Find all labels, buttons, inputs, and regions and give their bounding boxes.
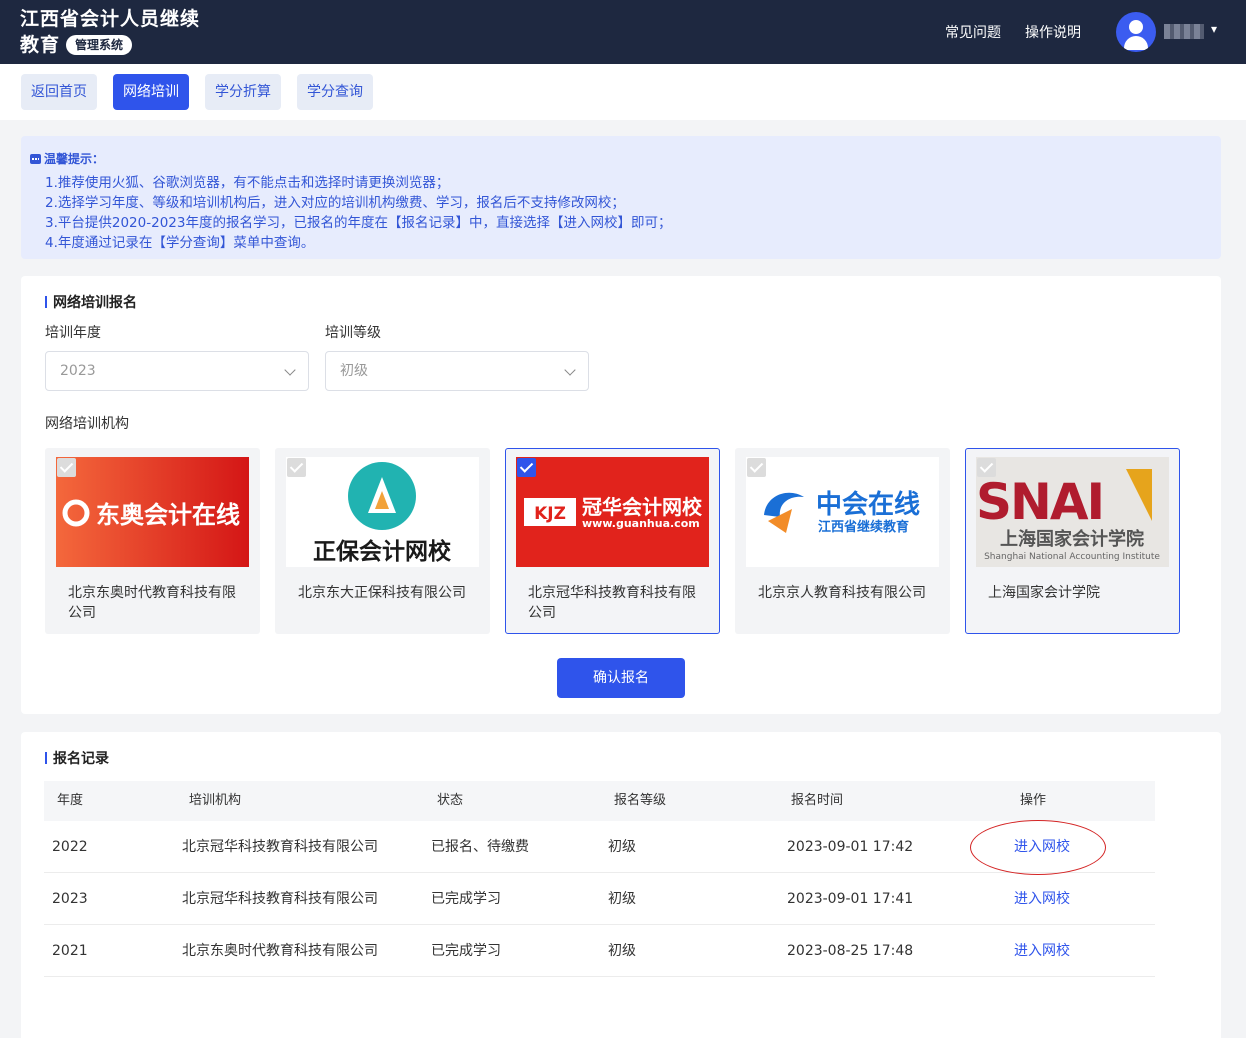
cell-org: 北京冠华科技教育科技有限公司 [182, 839, 378, 855]
notice-title: 温馨提示： [44, 152, 105, 166]
column-header: 年度 [57, 793, 84, 808]
cell-level: 初级 [608, 943, 636, 959]
checkbox[interactable] [747, 458, 766, 477]
column-header: 操作 [1020, 793, 1047, 808]
guanhua-logo: KJZ 冠华会计网校 www.guanhua.com [516, 457, 709, 567]
cell-status: 已报名、待缴费 [431, 839, 529, 855]
faq-link[interactable]: 常见问题 [945, 22, 1001, 42]
org-name: 北京东大正保科技有限公司 [298, 585, 466, 601]
svg-text:Shanghai National Accounting I: Shanghai National Accounting Institute [984, 552, 1160, 562]
zhonghui-logo: 中会在线 江西省继续教育 [746, 457, 939, 567]
notice-box: 温馨提示： 1.推荐使用火狐、谷歌浏览器，有不能点击和选择时请更换浏览器； 2.… [21, 136, 1221, 259]
checkbox[interactable] [287, 458, 306, 477]
svg-text:www.guanhua.com: www.guanhua.com [582, 517, 700, 530]
table-row: 2021 北京东奥时代教育科技有限公司 已完成学习 初级 2023-08-25 … [44, 925, 1155, 977]
guide-link[interactable]: 操作说明 [1025, 22, 1081, 42]
tab-bar: 返回首页 网络培训 学分折算 学分查询 [0, 64, 1246, 120]
org-card-dongao[interactable]: 东奥会计在线 北京东奥时代教育科技有限公司 [45, 448, 260, 634]
org-name: 北京冠华科技教育科技有限公司 [528, 585, 696, 621]
records-table-header: 年度 培训机构 状态 报名等级 报名时间 操作 [44, 781, 1155, 821]
enter-school-link[interactable]: 进入网校 [1014, 925, 1070, 977]
checkbox[interactable] [977, 458, 996, 477]
notice-line: 2.选择学习年度、等级和培训机构后，进入对应的培训机构缴费、学习，报名后不支持修… [45, 195, 625, 211]
org-name: 北京京人教育科技有限公司 [758, 585, 926, 601]
brand-title-line1: 江西省会计人员继续 [20, 8, 201, 30]
tab-credit-query[interactable]: 学分查询 [297, 74, 373, 110]
brand: 江西省会计人员继续 教育 管理系统 [20, 6, 240, 58]
tab-home[interactable]: 返回首页 [21, 74, 97, 110]
year-select[interactable]: 2023 [45, 351, 309, 391]
enter-school-link[interactable]: 进入网校 [1014, 821, 1070, 873]
snai-logo: SNAI 上海国家会计学院 Shanghai National Accounti… [976, 457, 1169, 567]
column-header: 培训机构 [189, 793, 242, 808]
table-row: 2022 北京冠华科技教育科技有限公司 已报名、待缴费 初级 2023-09-0… [44, 821, 1155, 873]
brand-badge: 管理系统 [66, 35, 133, 55]
top-header: 江西省会计人员继续 教育 管理系统 常见问题 操作说明 ▾ [0, 0, 1246, 64]
org-name: 上海国家会计学院 [988, 585, 1100, 601]
cell-year: 2021 [52, 943, 88, 959]
svg-text:上海国家会计学院: 上海国家会计学院 [1000, 528, 1144, 550]
org-label: 网络培训机构 [45, 416, 129, 432]
username-redacted[interactable] [1164, 24, 1204, 39]
org-card-zhonghui[interactable]: 中会在线 江西省继续教育 北京京人教育科技有限公司 [735, 448, 950, 634]
svg-text:东奥会计在线: 东奥会计在线 [96, 501, 240, 529]
zhengbao-logo: 正保会计网校 [286, 457, 479, 567]
org-name: 北京东奥时代教育科技有限公司 [68, 585, 236, 621]
table-row: 2023 北京冠华科技教育科技有限公司 已完成学习 初级 2023-09-01 … [44, 873, 1155, 925]
records-title: 报名记录 [45, 748, 109, 768]
cell-level: 初级 [608, 891, 636, 907]
svg-text:KJZ: KJZ [534, 504, 566, 524]
checkbox[interactable] [57, 458, 76, 477]
cell-level: 初级 [608, 839, 636, 855]
notice-line: 3.平台提供2020-2023年度的报名学习，已报名的年度在【报名记录】中，直接… [45, 215, 672, 231]
cell-year: 2023 [52, 891, 88, 907]
chevron-down-icon [284, 364, 296, 376]
level-label: 培训等级 [325, 325, 381, 341]
chevron-down-icon[interactable]: ▾ [1211, 22, 1217, 36]
svg-text:江西省继续教育: 江西省继续教育 [818, 519, 909, 535]
org-card-zhengbao[interactable]: 正保会计网校 北京东大正保科技有限公司 [275, 448, 490, 634]
message-icon [30, 153, 41, 164]
column-header: 报名等级 [614, 793, 667, 808]
cell-time: 2023-09-01 17:41 [787, 891, 914, 907]
cell-org: 北京冠华科技教育科技有限公司 [182, 891, 378, 907]
svg-text:正保会计网校: 正保会计网校 [313, 538, 452, 565]
svg-text:SNAI: SNAI [976, 473, 1103, 531]
cell-time: 2023-09-01 17:42 [787, 839, 914, 855]
brand-title-line2: 教育 [20, 34, 61, 56]
year-label: 培训年度 [45, 325, 101, 341]
register-title: 网络培训报名 [45, 292, 137, 312]
svg-text:冠华会计网校: 冠华会计网校 [582, 495, 703, 519]
column-header: 报名时间 [791, 793, 844, 808]
dongao-logo: 东奥会计在线 [56, 457, 249, 567]
confirm-register-button[interactable]: 确认报名 [557, 658, 685, 698]
cell-time: 2023-08-25 17:48 [787, 943, 914, 959]
cell-status: 已完成学习 [431, 891, 501, 907]
user-avatar-icon[interactable] [1116, 12, 1156, 52]
svg-text:中会在线: 中会在线 [816, 490, 920, 520]
tab-online-training[interactable]: 网络培训 [113, 74, 189, 110]
level-select[interactable]: 初级 [325, 351, 589, 391]
cell-org: 北京东奥时代教育科技有限公司 [182, 943, 378, 959]
cell-year: 2022 [52, 839, 88, 855]
org-card-snai[interactable]: SNAI 上海国家会计学院 Shanghai National Accounti… [965, 448, 1180, 634]
org-card-guanhua[interactable]: KJZ 冠华会计网校 www.guanhua.com 北京冠华科技教育科技有限公… [505, 448, 720, 634]
chevron-down-icon [564, 364, 576, 376]
enter-school-link[interactable]: 进入网校 [1014, 873, 1070, 925]
cell-status: 已完成学习 [431, 943, 501, 959]
notice-line: 4.年度通过记录在【学分查询】菜单中查询。 [45, 235, 315, 251]
checkbox-checked[interactable] [517, 458, 536, 477]
column-header: 状态 [437, 793, 464, 808]
notice-line: 1.推荐使用火狐、谷歌浏览器，有不能点击和选择时请更换浏览器； [45, 175, 450, 191]
tab-credit-convert[interactable]: 学分折算 [205, 74, 281, 110]
